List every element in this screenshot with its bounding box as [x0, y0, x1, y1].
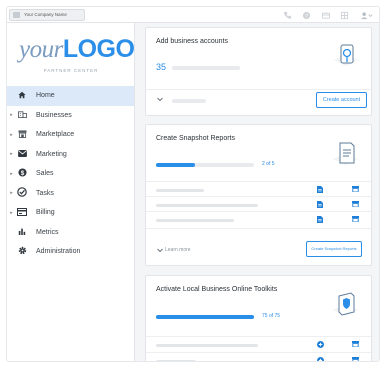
- card-title: Add business accounts: [156, 38, 228, 45]
- sidebar-item-metrics[interactable]: Metrics: [7, 223, 134, 243]
- add-circle-icon[interactable]: [317, 341, 324, 350]
- help-icon[interactable]: ?: [302, 11, 311, 20]
- placeholder-bar: [156, 344, 258, 347]
- svg-text:?: ?: [305, 13, 308, 19]
- expand-arrow-icon[interactable]: ▸: [7, 112, 16, 118]
- company-name: Your Company Name: [24, 12, 67, 17]
- placeholder-bar: [156, 360, 196, 361]
- mail-icon: [16, 149, 28, 159]
- top-bar: Your Company Name ?: [7, 7, 379, 23]
- placeholder-bar: [172, 99, 206, 103]
- store-icon[interactable]: [352, 216, 359, 224]
- card-title: Activate Local Business Online Toolkits: [156, 286, 278, 293]
- expand-arrow-icon[interactable]: ▸: [7, 151, 16, 157]
- sidebar-item-label: Billing: [36, 209, 55, 217]
- sidebar-item-label: Tasks: [36, 189, 54, 197]
- card-icon[interactable]: [321, 11, 331, 20]
- dollar-icon: $: [16, 168, 28, 179]
- card-title: Create Snapshot Reports: [156, 135, 235, 142]
- sidebar-item-marketplace[interactable]: ▸ Marketplace: [7, 125, 134, 145]
- sidebar-item-billing[interactable]: ▸ Billing: [7, 203, 134, 223]
- placeholder-bar: [156, 189, 204, 192]
- sidebar-item-administration[interactable]: Administration: [7, 242, 134, 262]
- chevron-down-icon[interactable]: [157, 97, 163, 104]
- store-icon: [16, 130, 28, 140]
- store-icon[interactable]: [352, 341, 359, 349]
- toolkits-card: Activate Local Business Online Toolkits …: [145, 275, 372, 361]
- sidebar-item-label: Metrics: [36, 228, 59, 236]
- company-logo-icon: [13, 12, 20, 18]
- document-icon[interactable]: [317, 216, 323, 225]
- snapshot-progress-track: [156, 163, 254, 167]
- document-icon[interactable]: [317, 186, 323, 195]
- add-business-card: Add business accounts 35 Create account: [145, 27, 372, 116]
- learn-more-link[interactable]: Learn more: [165, 247, 191, 253]
- sidebar-item-label: Businesses: [36, 111, 72, 119]
- top-icons: ?: [283, 10, 373, 20]
- sidebar-item-label: Home: [36, 92, 55, 100]
- toolkits-progress-track: [156, 315, 254, 319]
- building-icon: [16, 110, 28, 120]
- store-icon[interactable]: [352, 201, 359, 209]
- sidebar-item-sales[interactable]: ▸ $ Sales: [7, 164, 134, 184]
- phone-icon[interactable]: [283, 11, 292, 20]
- sidebar-item-label: Sales: [36, 170, 54, 178]
- snapshot-reports-card: Create Snapshot Reports 2 of 5 Learn mor…: [145, 124, 372, 266]
- snapshot-progress-fill: [156, 163, 196, 167]
- home-icon: [16, 91, 28, 101]
- user-icon[interactable]: [359, 11, 373, 20]
- sidebar-item-businesses[interactable]: ▸ Businesses: [7, 106, 134, 126]
- store-icon[interactable]: [352, 357, 359, 361]
- sidebar: yourLOGO PARTNER CENTER Home ▸ Businesse…: [7, 23, 135, 361]
- create-snapshot-reports-button[interactable]: Create Snapshot Reports: [306, 241, 362, 257]
- sidebar-nav: Home ▸ Businesses ▸ Marketplace ▸ Market…: [7, 86, 134, 262]
- business-illustration-icon: [334, 44, 358, 66]
- company-switcher[interactable]: Your Company Name: [9, 9, 85, 21]
- billing-icon: [16, 207, 28, 218]
- sidebar-item-tasks[interactable]: ▸ Tasks: [7, 184, 134, 204]
- sidebar-item-label: Marketplace: [36, 131, 75, 139]
- check-circle-icon: [16, 187, 28, 199]
- expand-arrow-icon[interactable]: ▸: [7, 132, 16, 138]
- app-frame: Your Company Name ? yourLOGO PARTNER CEN…: [6, 6, 380, 362]
- sidebar-item-home[interactable]: Home: [7, 86, 134, 106]
- svg-text:$: $: [20, 170, 24, 177]
- add-circle-icon[interactable]: [317, 357, 324, 361]
- snapshot-progress-text: 2 of 5: [262, 161, 275, 167]
- placeholder-bar: [156, 219, 234, 222]
- report-illustration-icon: [333, 142, 358, 165]
- sidebar-item-label: Marketing: [36, 150, 67, 158]
- logo-logo: LOGO: [62, 35, 135, 63]
- brand-logo: yourLOGO: [19, 35, 135, 64]
- expand-arrow-icon[interactable]: ▸: [7, 210, 16, 216]
- partner-center-label: PARTNER CENTER: [43, 68, 99, 73]
- create-account-button[interactable]: Create account: [316, 92, 367, 108]
- bar-chart-icon: [16, 227, 28, 237]
- gear-icon: [16, 246, 28, 257]
- chevron-down-icon[interactable]: [157, 248, 163, 255]
- sidebar-item-marketing[interactable]: ▸ Marketing: [7, 145, 134, 165]
- toolkits-progress-text: 75 of 75: [262, 313, 281, 319]
- business-count: 35: [156, 62, 167, 72]
- document-icon[interactable]: [317, 201, 323, 210]
- placeholder-bar: [172, 66, 240, 70]
- sidebar-item-label: Administration: [36, 248, 81, 256]
- placeholder-bar: [156, 204, 258, 207]
- toolkits-progress-fill: [156, 315, 254, 319]
- shield-illustration-icon: [333, 292, 358, 316]
- expand-arrow-icon[interactable]: ▸: [7, 171, 16, 177]
- store-icon[interactable]: [352, 186, 359, 194]
- grid-icon[interactable]: [340, 11, 349, 20]
- expand-arrow-icon[interactable]: ▸: [7, 190, 16, 196]
- logo-your: your: [19, 36, 63, 63]
